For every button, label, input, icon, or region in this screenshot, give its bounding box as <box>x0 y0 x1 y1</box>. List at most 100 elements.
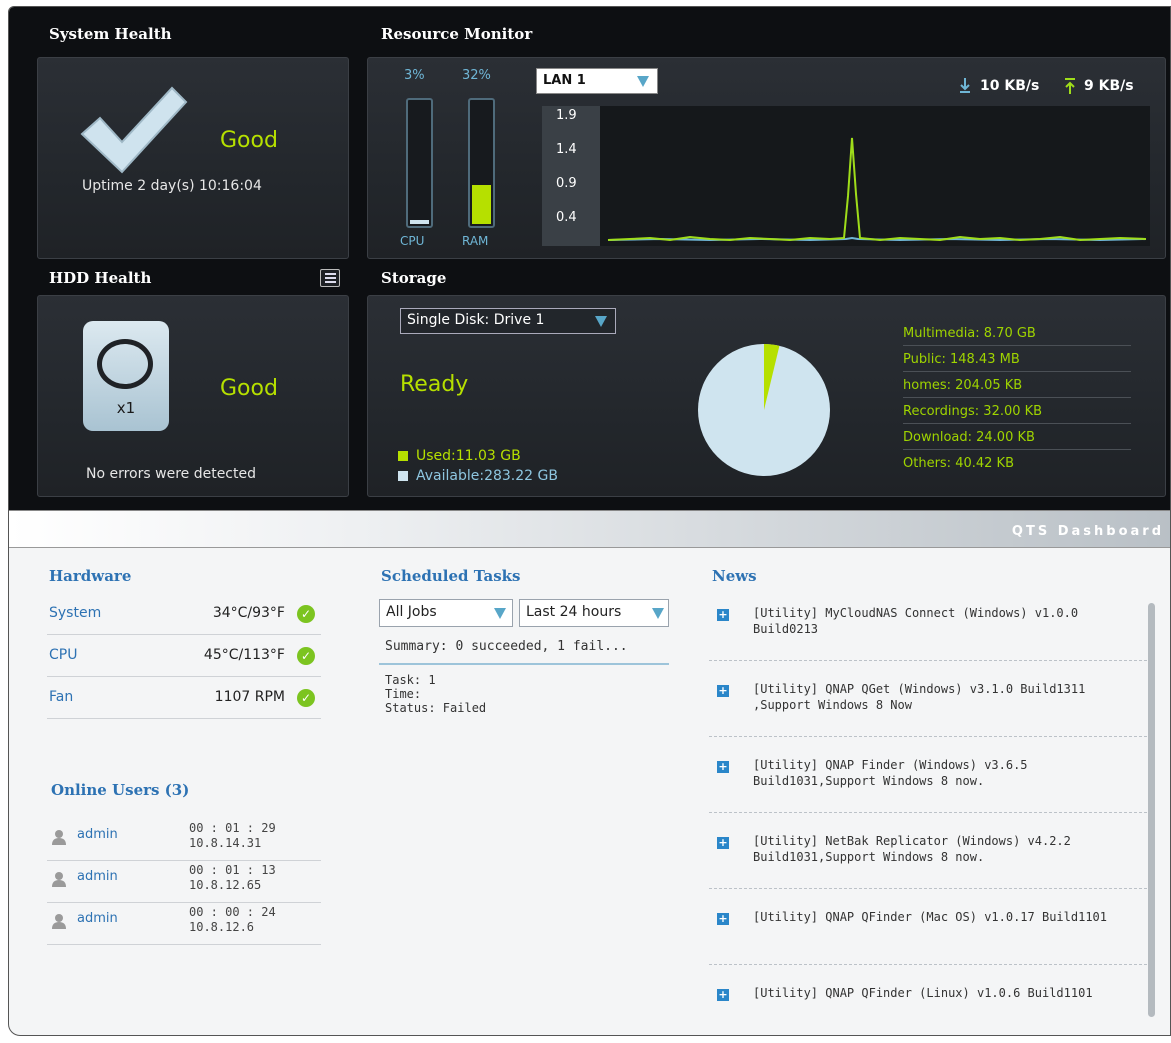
disk-ring-icon <box>97 339 153 389</box>
user-time: 00 : 01 : 29 <box>189 821 276 835</box>
news-item[interactable]: + [Utility] QNAP QGet (Windows) v3.1.0 B… <box>709 681 1147 737</box>
y-tick: 1.4 <box>556 142 577 157</box>
hdd-health-title: HDD Health <box>49 269 152 287</box>
task-name: Task: 1 <box>385 673 436 687</box>
job-filter-select[interactable]: All Jobs <box>379 599 513 627</box>
hardware-row-fan: Fan 1107 RPM ✓ <box>47 677 321 719</box>
used-swatch <box>398 451 408 461</box>
user-ip: 10.8.12.6 <box>189 920 255 934</box>
y-tick: 0.9 <box>556 176 577 191</box>
storage-title: Storage <box>381 269 447 287</box>
available-text: Available:283.22 GB <box>416 468 558 484</box>
system-health-status: Good <box>220 128 278 153</box>
hardware-name: CPU <box>49 647 78 663</box>
time-filter-value: Last 24 hours <box>526 604 622 620</box>
used-text: Used:11.03 GB <box>416 448 521 464</box>
top-section: System Health Good Uptime 2 day(s) 10:16… <box>9 7 1170 510</box>
news-item[interactable]: + [Utility] NetBak Replicator (Windows) … <box>709 833 1147 889</box>
y-tick: 0.4 <box>556 210 577 225</box>
y-tick: 1.9 <box>556 108 577 123</box>
available-legend: Available:283.22 GB <box>398 468 558 484</box>
cpu-label: CPU <box>400 234 425 248</box>
news-text: [Utility] MyCloudNAS Connect (Windows) v… <box>753 606 1079 636</box>
storage-panel[interactable]: Single Disk: Drive 1 Ready Used:11.03 GB… <box>367 295 1166 497</box>
checkmark-icon <box>80 86 188 174</box>
ram-bar-fill <box>472 185 491 224</box>
share-list: Multimedia: 8.70 GB Public: 148.43 MB ho… <box>903 320 1131 476</box>
ok-check-icon: ✓ <box>297 689 315 707</box>
graph-y-axis: 1.9 1.4 0.9 0.4 <box>542 106 600 246</box>
ok-check-icon: ✓ <box>297 647 315 665</box>
network-graph: 1.9 1.4 0.9 0.4 <box>542 106 1150 246</box>
chevron-down-icon <box>652 608 664 619</box>
download-line <box>607 137 1147 242</box>
ram-bar <box>468 98 495 228</box>
share-item: Public: 148.43 MB <box>903 346 1131 372</box>
user-row[interactable]: admin 00 : 01 : 13 10.8.12.65 <box>47 861 321 903</box>
news-item[interactable]: + [Utility] MyCloudNAS Connect (Windows)… <box>709 605 1147 661</box>
chevron-down-icon <box>595 316 607 327</box>
news-text: [Utility] NetBak Replicator (Windows) v4… <box>753 834 1071 864</box>
share-item: Download: 24.00 KB <box>903 424 1131 450</box>
news-scrollbar[interactable] <box>1148 603 1155 1017</box>
chevron-down-icon <box>494 608 506 619</box>
expand-icon[interactable]: + <box>717 913 729 925</box>
dashboard-banner: QTS Dashboard <box>9 510 1170 548</box>
user-time: 00 : 01 : 13 <box>189 863 276 877</box>
user-row[interactable]: admin 00 : 00 : 24 10.8.12.6 <box>47 903 321 945</box>
share-item: Multimedia: 8.70 GB <box>903 320 1131 346</box>
used-legend: Used:11.03 GB <box>398 448 521 464</box>
resource-monitor-panel[interactable]: 3% 32% CPU RAM LAN 1 10 KB/s 9 KB/s 1.9 … <box>367 57 1166 259</box>
ram-percent: 32% <box>462 68 491 83</box>
resource-monitor-title: Resource Monitor <box>381 25 533 43</box>
storage-pie-chart <box>698 344 830 476</box>
expand-icon[interactable]: + <box>717 989 729 1001</box>
user-name: admin <box>77 827 118 842</box>
ram-label: RAM <box>462 234 489 248</box>
cpu-percent: 3% <box>404 68 425 83</box>
user-icon <box>52 872 66 887</box>
chevron-down-icon <box>637 76 649 87</box>
upload-speed: 9 KB/s <box>1084 78 1134 94</box>
news-item[interactable]: + [Utility] QNAP QFinder (Mac OS) v1.0.1… <box>709 909 1147 965</box>
user-row[interactable]: admin 00 : 01 : 29 10.8.14.31 <box>47 819 321 861</box>
user-icon <box>52 830 66 845</box>
summary-divider <box>379 663 669 665</box>
share-item: Others: 40.42 KB <box>903 456 1014 471</box>
time-filter-select[interactable]: Last 24 hours <box>519 599 669 627</box>
disk-select[interactable]: Single Disk: Drive 1 <box>400 308 616 334</box>
user-ip: 10.8.12.65 <box>189 878 262 892</box>
hardware-value: 34°C/93°F <box>212 605 285 621</box>
expand-icon[interactable]: + <box>717 761 729 773</box>
task-status: Status: Failed <box>385 701 487 715</box>
online-users-title: Online Users (3) <box>51 781 190 799</box>
system-health-title: System Health <box>49 25 172 43</box>
list-icon[interactable] <box>320 269 340 287</box>
disk-icon: x1 <box>83 321 169 431</box>
system-health-panel[interactable]: Good Uptime 2 day(s) 10:16:04 <box>37 57 349 259</box>
disk-select-value: Single Disk: Drive 1 <box>407 312 545 328</box>
news-item[interactable]: + [Utility] QNAP QFinder (Linux) v1.0.6 … <box>709 985 1147 1015</box>
hardware-name: Fan <box>49 689 74 705</box>
user-name: admin <box>77 911 118 926</box>
task-time: Time: <box>385 687 422 701</box>
news-text: [Utility] QNAP QFinder (Mac OS) v1.0.17 … <box>753 910 1108 924</box>
network-select[interactable]: LAN 1 <box>536 68 658 94</box>
download-speed: 10 KB/s <box>980 78 1040 94</box>
hardware-row-system: System 34°C/93°F ✓ <box>47 593 321 635</box>
user-ip: 10.8.14.31 <box>189 836 262 850</box>
download-arrow-icon <box>960 78 970 93</box>
hdd-health-panel[interactable]: x1 Good No errors were detected <box>37 295 349 497</box>
user-icon <box>52 914 66 929</box>
expand-icon[interactable]: + <box>717 837 729 849</box>
user-session: 00 : 00 : 24 10.8.12.6 <box>189 905 276 935</box>
user-session: 00 : 01 : 29 10.8.14.31 <box>189 821 276 851</box>
available-swatch <box>398 471 408 481</box>
expand-icon[interactable]: + <box>717 609 729 621</box>
banner-title: QTS Dashboard <box>1011 524 1164 539</box>
news-item[interactable]: + [Utility] QNAP Finder (Windows) v3.6.5… <box>709 757 1147 813</box>
task-summary: Summary: 0 succeeded, 1 fail... <box>385 639 628 654</box>
hardware-value: 1107 RPM <box>214 689 285 705</box>
expand-icon[interactable]: + <box>717 685 729 697</box>
hardware-row-cpu: CPU 45°C/113°F ✓ <box>47 635 321 677</box>
